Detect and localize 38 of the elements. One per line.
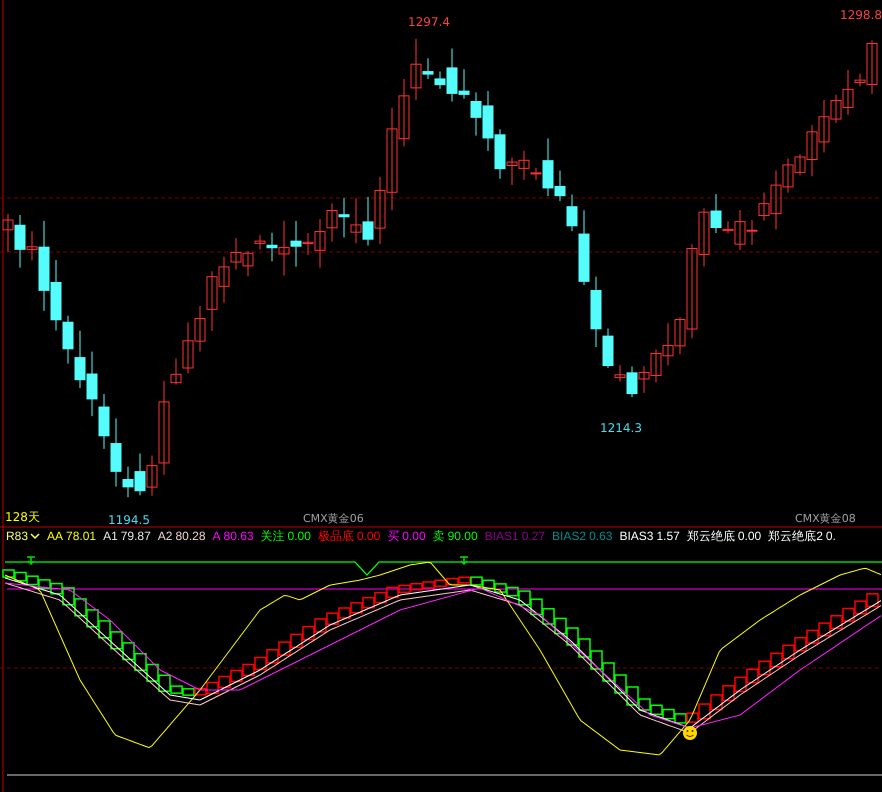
indicator-value: 0.00 — [738, 528, 762, 544]
arrow-down-icon — [459, 556, 469, 566]
price-label: 1297.4 — [408, 15, 450, 29]
indicator-label: 郑云绝底 — [686, 528, 735, 544]
indicator-name[interactable]: R83 — [6, 528, 40, 544]
indicator-label: 郑云绝底2 — [768, 528, 823, 544]
price-label: 1194.5 — [108, 513, 150, 527]
indicator-value: 1.57 — [656, 528, 680, 544]
smiley-icon — [683, 726, 697, 740]
indicator-label: BIAS2 — [552, 528, 586, 544]
indicator-label: 卖 — [432, 528, 445, 544]
period-label: 128天 — [5, 510, 40, 524]
indicator-value: 0.63 — [589, 528, 612, 544]
indicator-value: 0.00 — [356, 528, 380, 544]
caret-icon — [30, 532, 40, 540]
indicator-label: 买 — [387, 528, 400, 544]
contract-label: CMX黄金06 — [303, 512, 364, 526]
indicator-label: BIAS3 — [619, 528, 654, 544]
indicator-label: A1 — [103, 528, 118, 544]
indicator-value: 0. — [826, 528, 836, 544]
price-label: 1214.3 — [600, 421, 642, 435]
arrow-down-icon — [26, 556, 36, 566]
indicator-label: BIAS1 — [484, 528, 519, 544]
indicator-value: 90.00 — [448, 528, 478, 544]
indicator-label: 关注 — [260, 528, 285, 544]
contract-label: CMX黄金08 — [795, 512, 856, 526]
indicator-label: 极品底 — [318, 528, 354, 544]
indicator-value: 0.00 — [288, 528, 311, 544]
indicator-value: 79.87 — [120, 528, 151, 544]
indicator-value: 78.01 — [66, 528, 96, 544]
indicator-label: AA — [47, 528, 64, 544]
indicator-label: A — [212, 528, 221, 544]
indicator-value: 80.63 — [224, 528, 254, 544]
indicator-value: 0.27 — [522, 528, 546, 544]
indicator-value: 0.00 — [402, 528, 426, 544]
indicator-value: 80.28 — [175, 528, 206, 544]
price-label: 1298.8 — [840, 8, 882, 22]
indicator-label: A2 — [158, 528, 172, 544]
